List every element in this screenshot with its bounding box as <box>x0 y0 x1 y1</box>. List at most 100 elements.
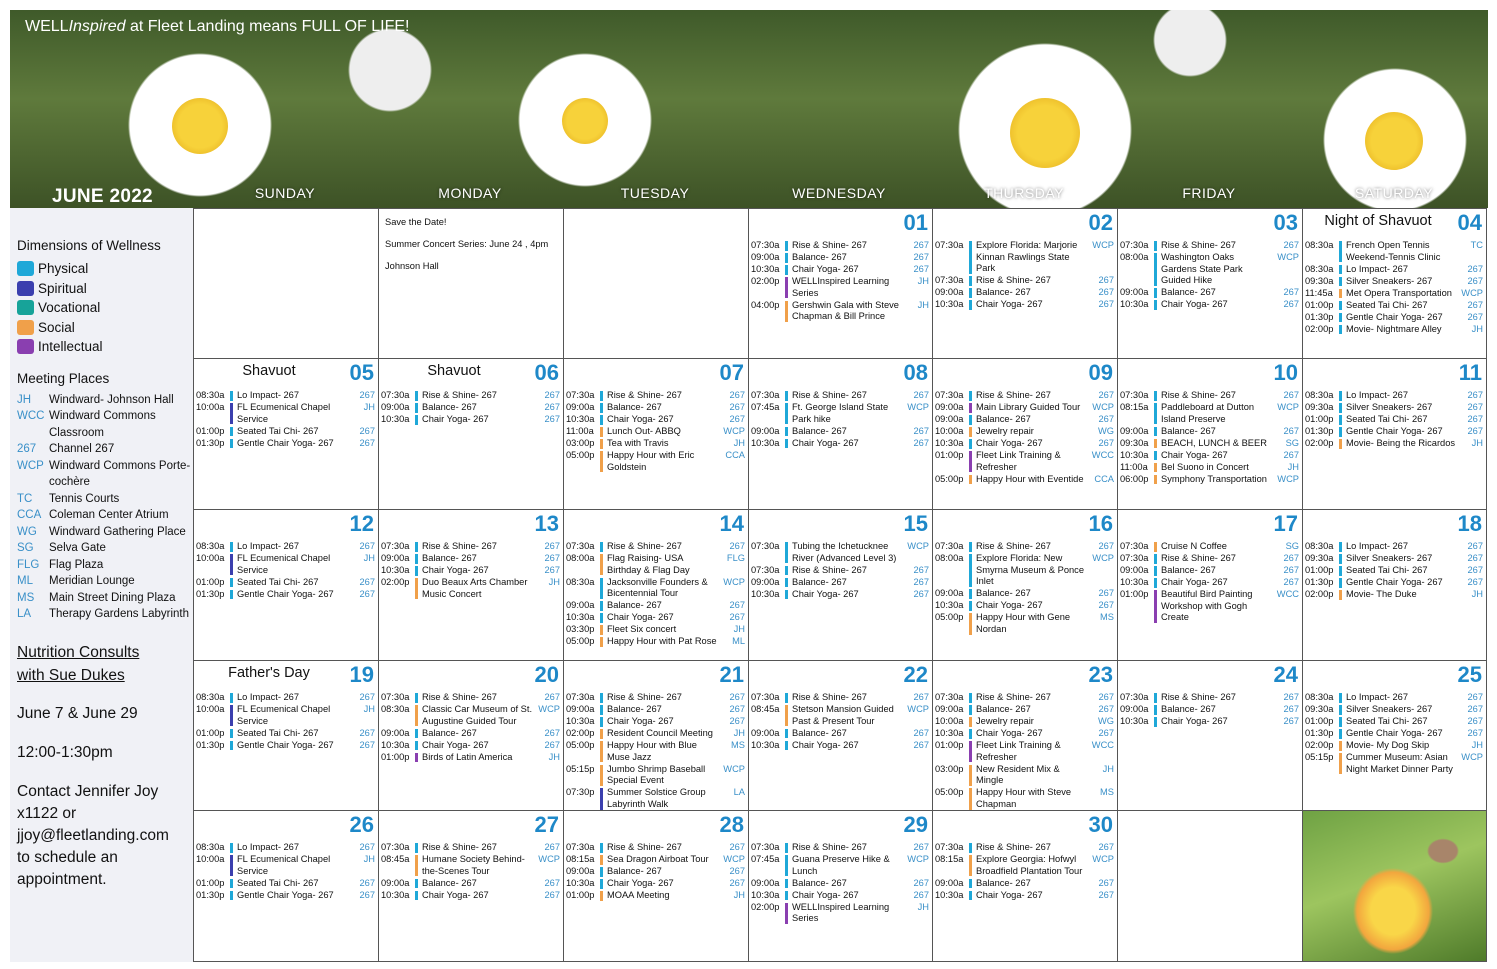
event-item[interactable]: 07:30a Rise & Shine- 267 267 <box>751 842 929 854</box>
event-item[interactable]: 11:00a Bel Suono in Concert JH <box>1120 462 1299 474</box>
event-item[interactable]: 01:00p Seated Tai Chi- 267 267 <box>196 728 375 740</box>
event-item[interactable]: 02:00p WELLInspired Learning Series JH <box>751 902 929 925</box>
event-item[interactable]: 09:00a Balance- 267 267 <box>751 252 929 264</box>
event-item[interactable]: 09:00a Balance- 267 267 <box>566 600 745 612</box>
event-item[interactable]: 09:30a Silver Sneakers- 267 267 <box>1305 402 1483 414</box>
event-item[interactable]: 07:30a Rise & Shine- 267 267 <box>566 692 745 704</box>
event-item[interactable]: 08:30a Lo Impact- 267 267 <box>196 692 375 704</box>
event-item[interactable]: 08:15a Sea Dragon Airboat Tour WCP <box>566 854 745 866</box>
event-item[interactable]: 10:00a FL Ecumenical Chapel Service JH <box>196 553 375 576</box>
day-cell[interactable]: 24 07:30a Rise & Shine- 267 267 09:00a Balanc… <box>1118 661 1303 811</box>
event-item[interactable]: 07:30a Rise & Shine- 267 267 <box>1120 692 1299 704</box>
day-cell[interactable]: 12 08:30a Lo Impact- 267 267 10:00a FL Ecumen… <box>193 510 379 661</box>
event-item[interactable]: 07:30a Rise & Shine- 267 267 <box>935 692 1114 704</box>
event-item[interactable]: 03:00p New Resident Mix & Mingle JH <box>935 764 1114 787</box>
event-item[interactable]: 10:00a FL Ecumenical Chapel Service JH <box>196 854 375 877</box>
event-item[interactable]: 02:00p WELLInspired Learning Series JH <box>751 276 929 299</box>
day-cell[interactable]: 04 Night of Shavuot 08:30a French Open Tenn… <box>1303 208 1487 359</box>
event-item[interactable]: 01:00p Seated Tai Chi- 267 267 <box>1305 414 1483 426</box>
event-item[interactable]: 08:30a Lo Impact- 267 267 <box>1305 390 1483 402</box>
event-item[interactable]: 10:30a Chair Yoga- 267 267 <box>751 890 929 902</box>
event-item[interactable]: 10:30a Chair Yoga- 267 267 <box>1120 577 1299 589</box>
event-item[interactable]: 09:30a Silver Sneakers- 267 267 <box>1305 276 1483 288</box>
event-item[interactable]: 02:00p Duo Beaux Arts Chamber Music Conce… <box>381 577 560 600</box>
event-item[interactable]: 01:30p Gentle Chair Yoga- 267 267 <box>1305 577 1483 589</box>
event-item[interactable]: 07:30a Rise & Shine- 267 267 <box>1120 240 1299 252</box>
event-item[interactable]: 10:00a FL Ecumenical Chapel Service JH <box>196 704 375 727</box>
event-item[interactable]: 02:00p Resident Council Meeting JH <box>566 728 745 740</box>
event-item[interactable]: 08:15a Paddleboard at Dutton Island Prese… <box>1120 402 1299 425</box>
day-cell[interactable]: 15 07:30a Tubing the Ichetucknee River (Ad… <box>749 510 933 661</box>
event-item[interactable]: 09:00a Balance- 267 267 <box>381 728 560 740</box>
day-cell[interactable]: 06 Shavuot 07:30a Rise & Shine- 267 267 09:00… <box>379 359 564 510</box>
event-item[interactable]: 01:00p Beautiful Bird Painting Workshop w… <box>1120 589 1299 624</box>
event-item[interactable]: 07:30a Explore Florida: Marjorie Kinnan R… <box>935 240 1114 275</box>
event-item[interactable]: 09:30a Silver Sneakers- 267 267 <box>1305 553 1483 565</box>
event-item[interactable]: 07:30a Rise & Shine- 267 267 <box>566 390 745 402</box>
day-cell[interactable]: 28 07:30a Rise & Shine- 267 267 08:15a Sea Dr… <box>564 811 749 962</box>
event-item[interactable]: 10:30a Chair Yoga- 267 267 <box>381 890 560 902</box>
event-item[interactable]: 05:00p Happy Hour with Steve Chapman MS <box>935 787 1114 810</box>
event-item[interactable]: 01:30p Gentle Chair Yoga- 267 267 <box>196 589 375 601</box>
event-item[interactable]: 10:30a Chair Yoga- 267 267 <box>751 740 929 752</box>
event-item[interactable]: 09:00a Balance- 267 267 <box>935 704 1114 716</box>
event-item[interactable]: 08:00a Washington Oaks Gardens State Park… <box>1120 252 1299 287</box>
event-item[interactable]: 08:30a Lo Impact- 267 267 <box>1305 541 1483 553</box>
event-item[interactable]: 07:30a Rise & Shine- 267 267 <box>751 692 929 704</box>
event-item[interactable]: 10:30a Chair Yoga- 267 267 <box>381 414 560 426</box>
event-item[interactable]: 09:00a Balance- 267 267 <box>381 878 560 890</box>
event-item[interactable]: 07:30a Rise & Shine- 267 267 <box>935 390 1114 402</box>
event-item[interactable]: 09:00a Balance- 267 267 <box>1120 704 1299 716</box>
day-cell[interactable]: 22 07:30a Rise & Shine- 267 267 08:45a Stetso… <box>749 661 933 811</box>
event-item[interactable]: 07:30a Rise & Shine- 267 267 <box>381 692 560 704</box>
event-item[interactable]: 10:30a Chair Yoga- 267 267 <box>935 890 1114 902</box>
event-item[interactable]: 07:30p Summer Solstice Group Labyrinth Wa… <box>566 787 745 810</box>
event-item[interactable]: 01:30p Gentle Chair Yoga- 267 267 <box>196 740 375 752</box>
event-item[interactable]: 10:30a Chair Yoga- 267 267 <box>751 438 929 450</box>
event-item[interactable]: 09:00a Balance- 267 267 <box>381 402 560 414</box>
event-item[interactable]: 07:30a Rise & Shine- 267 267 <box>935 842 1114 854</box>
day-cell[interactable]: 18 08:30a Lo Impact- 267 267 09:30a Silver Sn… <box>1303 510 1487 661</box>
event-item[interactable]: 09:00a Balance- 267 267 <box>1120 565 1299 577</box>
event-item[interactable]: 10:30a Chair Yoga- 267 267 <box>935 438 1114 450</box>
event-item[interactable]: 09:00a Balance- 267 267 <box>935 287 1114 299</box>
event-item[interactable]: 10:00a Jewelry repair WG <box>935 426 1114 438</box>
day-cell[interactable]: 01 07:30a Rise & Shine- 267 267 09:00a Balanc… <box>749 208 933 359</box>
event-item[interactable]: 08:15a Explore Georgia: Hofwyl Broadfield… <box>935 854 1114 877</box>
event-item[interactable]: 08:30a Lo Impact- 267 267 <box>196 842 375 854</box>
event-item[interactable]: 09:30a Silver Sneakers- 267 267 <box>1305 704 1483 716</box>
event-item[interactable]: 05:00p Happy Hour with Eventide CCA <box>935 474 1114 486</box>
event-item[interactable]: 01:00p Fleet Link Training & Refresher WCC <box>935 450 1114 473</box>
day-cell[interactable]: 21 07:30a Rise & Shine- 267 267 09:00a Balanc… <box>564 661 749 811</box>
event-item[interactable]: 09:00a Balance- 267 267 <box>381 553 560 565</box>
day-cell[interactable]: 10 07:30a Rise & Shine- 267 267 08:15a Paddle… <box>1118 359 1303 510</box>
event-item[interactable]: 10:30a Chair Yoga- 267 267 <box>566 878 745 890</box>
event-item[interactable]: 09:00a Balance- 267 267 <box>566 402 745 414</box>
event-item[interactable]: 11:00a Lunch Out- ABBQ WCP <box>566 426 745 438</box>
event-item[interactable]: 11:45a Met Opera Transportation WCP <box>1305 288 1483 300</box>
event-item[interactable]: 07:30a Rise & Shine- 267 267 <box>751 565 929 577</box>
day-cell[interactable]: 29 07:30a Rise & Shine- 267 267 07:45a Guana … <box>749 811 933 962</box>
event-item[interactable]: 07:30a Rise & Shine- 267 267 <box>935 541 1114 553</box>
day-cell[interactable]: 16 07:30a Rise & Shine- 267 267 08:00a Explor… <box>933 510 1118 661</box>
event-item[interactable]: 04:00p Gershwin Gala with Steve Chapman &… <box>751 300 929 323</box>
event-item[interactable]: 09:30a BEACH, LUNCH & BEER SG <box>1120 438 1299 450</box>
day-cell[interactable]: 20 07:30a Rise & Shine- 267 267 08:30a Classi… <box>379 661 564 811</box>
event-item[interactable]: 03:00p Tea with Travis JH <box>566 438 745 450</box>
event-item[interactable]: 10:30a Chair Yoga- 267 267 <box>566 716 745 728</box>
event-item[interactable]: 10:30a Chair Yoga- 267 267 <box>935 299 1114 311</box>
event-item[interactable]: 01:00p Fleet Link Training & Refresher WCC <box>935 740 1114 763</box>
event-item[interactable]: 07:30a Rise & Shine- 267 267 <box>751 240 929 252</box>
event-item[interactable]: 02:00p Movie- My Dog Skip JH <box>1305 740 1483 752</box>
event-item[interactable]: 08:30a Lo Impact- 267 267 <box>1305 264 1483 276</box>
event-item[interactable]: 07:45a Ft. George Island State Park hike W… <box>751 402 929 425</box>
event-item[interactable]: 07:30a Rise & Shine- 267 267 <box>1120 390 1299 402</box>
event-item[interactable]: 07:30a Tubing the Ichetucknee River (Adva… <box>751 541 929 564</box>
event-item[interactable]: 05:00p Happy Hour with Eric Goldstein CCA <box>566 450 745 473</box>
event-item[interactable]: 10:30a Chair Yoga- 267 267 <box>751 589 929 601</box>
event-item[interactable]: 08:30a Lo Impact- 267 267 <box>1305 692 1483 704</box>
day-cell[interactable]: 13 07:30a Rise & Shine- 267 267 09:00a Balanc… <box>379 510 564 661</box>
event-item[interactable]: 07:30a Rise & Shine- 267 267 <box>566 541 745 553</box>
event-item[interactable]: 02:00p Movie- Being the Ricardos JH <box>1305 438 1483 450</box>
day-cell[interactable]: 08 07:30a Rise & Shine- 267 267 07:45a Ft. Ge… <box>749 359 933 510</box>
